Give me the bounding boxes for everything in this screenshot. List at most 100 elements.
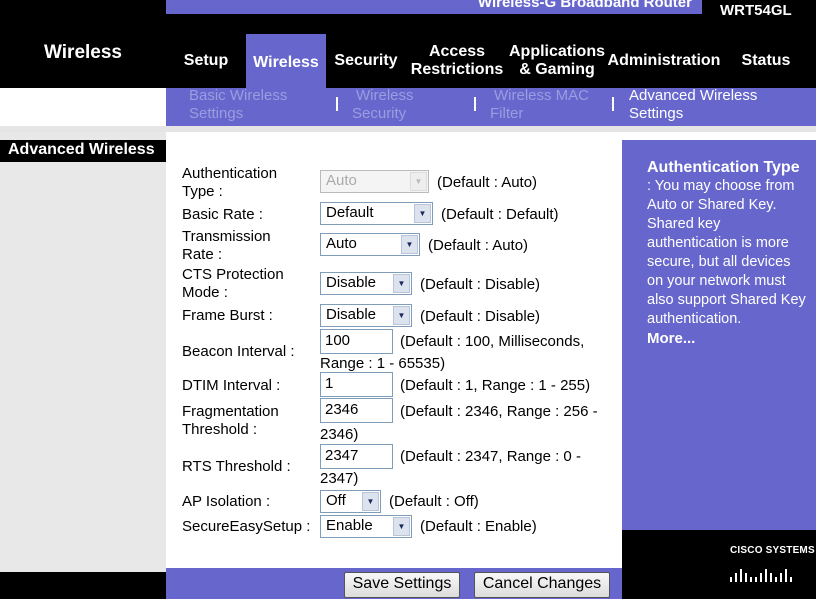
tab-label-line: Access (428, 43, 486, 60)
dtim-interval-input[interactable]: 1 (320, 372, 393, 397)
subtab-label-line: Security (352, 105, 407, 122)
subtab-wireless-mac-filter[interactable]: Wireless MAC Filter (490, 87, 589, 123)
chevron-down-icon: ▼ (362, 492, 379, 511)
fragmentation-threshold-label: Fragmentation Threshold : (182, 403, 279, 439)
chevron-down-icon: ▼ (401, 235, 418, 254)
beacon-interval-input[interactable]: 100 (320, 329, 393, 354)
cancel-changes-button[interactable]: Cancel Changes (474, 572, 610, 598)
help-body: : You may choose from Auto or Shared Key… (647, 178, 806, 327)
chevron-down-icon: ▼ (414, 204, 431, 223)
beacon-interval-range-note: Range : 1 - 65535) (320, 355, 446, 372)
label-line: CTS Protection (182, 266, 284, 283)
ap-isolation-select[interactable]: Off ▼ (320, 490, 381, 513)
basic-rate-default-note: (Default : Default) (441, 206, 559, 223)
chevron-down-icon: ▼ (393, 306, 410, 325)
ap-isolation-label: AP Isolation : (182, 493, 271, 510)
tab-label: Status (741, 52, 791, 69)
tab-label: Setup (183, 52, 229, 69)
rts-threshold-default-note: (Default : 2347, Range : 0 - (400, 448, 581, 465)
subtab-label-line: Advanced Wireless (629, 87, 758, 104)
transmission-rate-select[interactable]: Auto ▼ (320, 233, 420, 256)
beacon-interval-label: Beacon Interval : (182, 343, 295, 360)
fragmentation-default-note: (Default : 2346, Range : 256 - (400, 403, 598, 420)
secure-easy-setup-select[interactable]: Enable ▼ (320, 515, 412, 538)
left-sidebar (0, 132, 166, 572)
cts-protection-default-note: (Default : Disable) (420, 276, 541, 293)
auth-type-default-note: (Default : Auto) (437, 174, 538, 191)
subtab-label-line: Basic Wireless (189, 87, 288, 104)
subtab-basic-wireless-settings[interactable]: Basic Wireless Settings (189, 87, 287, 123)
basic-rate-label: Basic Rate : (182, 206, 263, 223)
rts-threshold-range-note: 2347) (320, 470, 359, 487)
tab-wireless[interactable]: Wireless (246, 34, 326, 88)
product-name: Wireless-G Broadband Router (477, 0, 692, 11)
secure-easy-setup-label: SecureEasySetup : (182, 518, 311, 535)
chevron-down-icon: ▼ (410, 172, 427, 191)
tab-setup[interactable]: Setup (176, 40, 236, 82)
transmission-rate-default-note: (Default : Auto) (428, 237, 529, 254)
label-line: Mode : (182, 284, 228, 301)
frame-burst-select[interactable]: Disable ▼ (320, 304, 412, 327)
secure-easy-setup-default-note: (Default : Enable) (420, 518, 537, 535)
label-line: Authentication (182, 165, 278, 182)
tab-label-line: Applications (508, 43, 605, 60)
footer-left (0, 572, 166, 599)
subtab-label-line: Wireless MAC (494, 87, 590, 104)
select-value: Auto (326, 235, 357, 252)
frame-burst-default-note: (Default : Disable) (420, 308, 541, 325)
section-title: Wireless (44, 42, 122, 63)
subtab-label-line: Wireless (356, 87, 414, 104)
subtab-label-line: Filter (490, 105, 524, 122)
chevron-down-icon: ▼ (393, 517, 410, 536)
fragmentation-threshold-input[interactable]: 2346 (320, 398, 393, 423)
subtab-separator (474, 97, 476, 111)
select-value: Enable (326, 517, 373, 534)
label-line: Type : (182, 183, 223, 200)
subtab-label-line: Settings (629, 105, 684, 122)
label-line: Transmission (182, 228, 271, 245)
help-panel-top (622, 132, 816, 140)
cisco-brand-text: CISCO SYSTEMS (730, 545, 815, 556)
save-settings-button[interactable]: Save Settings (344, 572, 460, 598)
select-value: Auto (326, 172, 357, 189)
tab-status[interactable]: Status (736, 40, 796, 82)
help-text: Authentication Type : You may choose fro… (647, 158, 807, 348)
auth-type-label: Authentication Type : (182, 165, 277, 201)
tab-administration[interactable]: Administration (606, 40, 722, 82)
sidebar-title: Advanced Wireless (0, 140, 166, 162)
select-value: Disable (326, 306, 377, 323)
label-line: Threshold : (182, 421, 258, 438)
tab-label: Administration (607, 52, 721, 69)
label-line: Fragmentation (182, 403, 279, 420)
cisco-logo-icon (730, 569, 792, 582)
select-value: Off (326, 492, 346, 509)
auth-type-select[interactable]: Auto ▼ (320, 170, 429, 193)
label-line: Rate : (182, 246, 223, 263)
dtim-interval-label: DTIM Interval : (182, 377, 281, 394)
cts-protection-label: CTS Protection Mode : (182, 266, 284, 302)
tab-label-line: Restrictions (410, 61, 504, 78)
subtab-separator (612, 97, 614, 111)
help-more-link[interactable]: More... (647, 329, 807, 348)
cts-protection-select[interactable]: Disable ▼ (320, 272, 412, 295)
product-name-bar: Wireless-G Broadband Router (166, 0, 702, 14)
rts-threshold-input[interactable]: 2347 (320, 444, 393, 469)
tab-access-restrictions[interactable]: Access Restrictions (408, 40, 506, 82)
tab-label: Security (334, 52, 398, 69)
chevron-down-icon: ▼ (393, 274, 410, 293)
tab-applications-gaming[interactable]: Applications & Gaming (504, 40, 610, 82)
subtab-wireless-security[interactable]: Wireless Security (352, 87, 414, 123)
subtab-separator (336, 97, 338, 111)
ap-isolation-default-note: (Default : Off) (389, 493, 479, 510)
tab-label: Wireless (253, 54, 319, 71)
basic-rate-select[interactable]: Default ▼ (320, 202, 433, 225)
subtab-label-line: Settings (189, 105, 244, 122)
model-number: WRT54GL (702, 0, 816, 22)
help-title: Authentication Type (647, 159, 800, 176)
tab-security[interactable]: Security (330, 40, 402, 82)
frame-burst-label: Frame Burst : (182, 307, 273, 324)
tab-label-line: & Gaming (519, 61, 595, 78)
rts-threshold-label: RTS Threshold : (182, 458, 291, 475)
subtab-advanced-wireless-settings[interactable]: Advanced Wireless Settings (629, 87, 757, 123)
transmission-rate-label: Transmission Rate : (182, 228, 271, 264)
